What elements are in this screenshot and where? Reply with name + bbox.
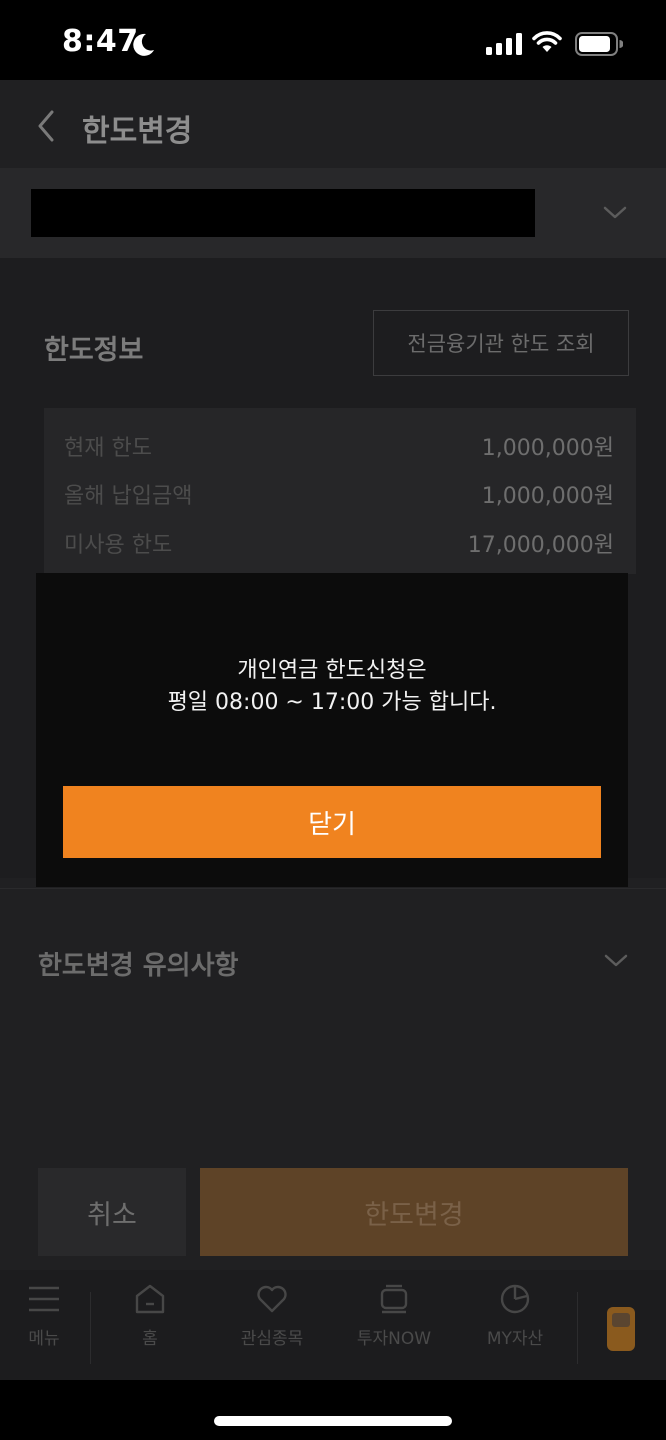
cancel-button[interactable]: 취소	[38, 1168, 186, 1256]
account-number-redacted	[31, 189, 535, 237]
status-time: 8:47	[62, 24, 139, 59]
dialog-message: 개인연금 한도신청은 평일 08:00 ~ 17:00 가능 합니다.	[36, 655, 628, 719]
home-indicator-area	[0, 1380, 666, 1440]
moon-icon	[133, 33, 154, 56]
nav-item-menu[interactable]: 메뉴	[20, 1284, 68, 1374]
chevron-down-icon[interactable]	[602, 205, 628, 221]
header: 한도변경	[0, 80, 666, 168]
home-indicator[interactable]	[214, 1416, 452, 1426]
cellular-signal-icon	[486, 33, 522, 55]
home-icon	[135, 1284, 165, 1314]
screen: 8:47 한도변경 한도정보 전금융기관 한도 조회 현재 한도 1,000,0…	[0, 0, 666, 1440]
limit-row-current: 현재 한도 1,000,000원	[44, 426, 636, 466]
account-selector[interactable]	[0, 168, 666, 258]
back-arrow-icon[interactable]	[32, 108, 60, 144]
limit-value: 1,000,000원	[481, 436, 614, 461]
nav-label: 관심종목	[240, 1329, 304, 1349]
nav-divider	[577, 1292, 578, 1364]
nav-item-investment-now[interactable]: 투자NOW	[348, 1284, 440, 1374]
nav-divider	[90, 1292, 91, 1364]
wifi-icon	[532, 31, 562, 52]
limit-label: 올해 납입금액	[64, 484, 193, 509]
page-title: 한도변경	[82, 114, 193, 149]
nav-label: 메뉴	[28, 1329, 60, 1349]
pie-chart-icon	[500, 1284, 530, 1314]
section-title: 한도정보	[44, 335, 144, 366]
change-limit-button[interactable]: 한도변경	[200, 1168, 628, 1256]
limit-row-paid-this-year: 올해 납입금액 1,000,000원	[44, 474, 636, 514]
investment-now-icon	[380, 1284, 408, 1314]
chevron-down-icon[interactable]	[603, 953, 629, 969]
notice-title: 한도변경 유의사항	[38, 951, 239, 981]
menu-icon	[29, 1286, 59, 1312]
alert-dialog: 개인연금 한도신청은 평일 08:00 ~ 17:00 가능 합니다. 닫기	[36, 573, 628, 887]
limit-info-box: 현재 한도 1,000,000원 올해 납입금액 1,000,000원 미사용 …	[44, 408, 636, 574]
nav-label: 투자NOW	[356, 1329, 432, 1349]
nav-item-watchlist[interactable]: 관심종목	[228, 1284, 316, 1374]
heart-icon	[257, 1285, 287, 1313]
nav-item-home[interactable]: 홈	[126, 1284, 174, 1374]
dialog-message-line: 개인연금 한도신청은	[237, 658, 427, 683]
limit-value: 1,000,000원	[481, 484, 614, 509]
limit-value: 17,000,000원	[467, 533, 614, 558]
battery-icon	[575, 32, 623, 56]
bottom-nav: 메뉴 홈 관심종목 투자NOW MY자산	[0, 1270, 666, 1380]
close-button[interactable]: 닫기	[63, 786, 601, 858]
dialog-message-line: 평일 08:00 ~ 17:00 가능 합니다.	[167, 690, 497, 715]
remote-device-icon[interactable]	[606, 1306, 636, 1352]
nav-label: 홈	[142, 1329, 158, 1349]
all-institutions-limit-inquiry-button[interactable]: 전금융기관 한도 조회	[373, 310, 629, 376]
limit-label: 현재 한도	[64, 436, 152, 461]
limit-label: 미사용 한도	[64, 533, 173, 558]
limit-row-unused: 미사용 한도 17,000,000원	[44, 523, 636, 563]
status-bar: 8:47	[0, 0, 666, 80]
nav-item-my-assets[interactable]: MY자산	[478, 1284, 552, 1374]
nav-label: MY자산	[486, 1329, 544, 1349]
